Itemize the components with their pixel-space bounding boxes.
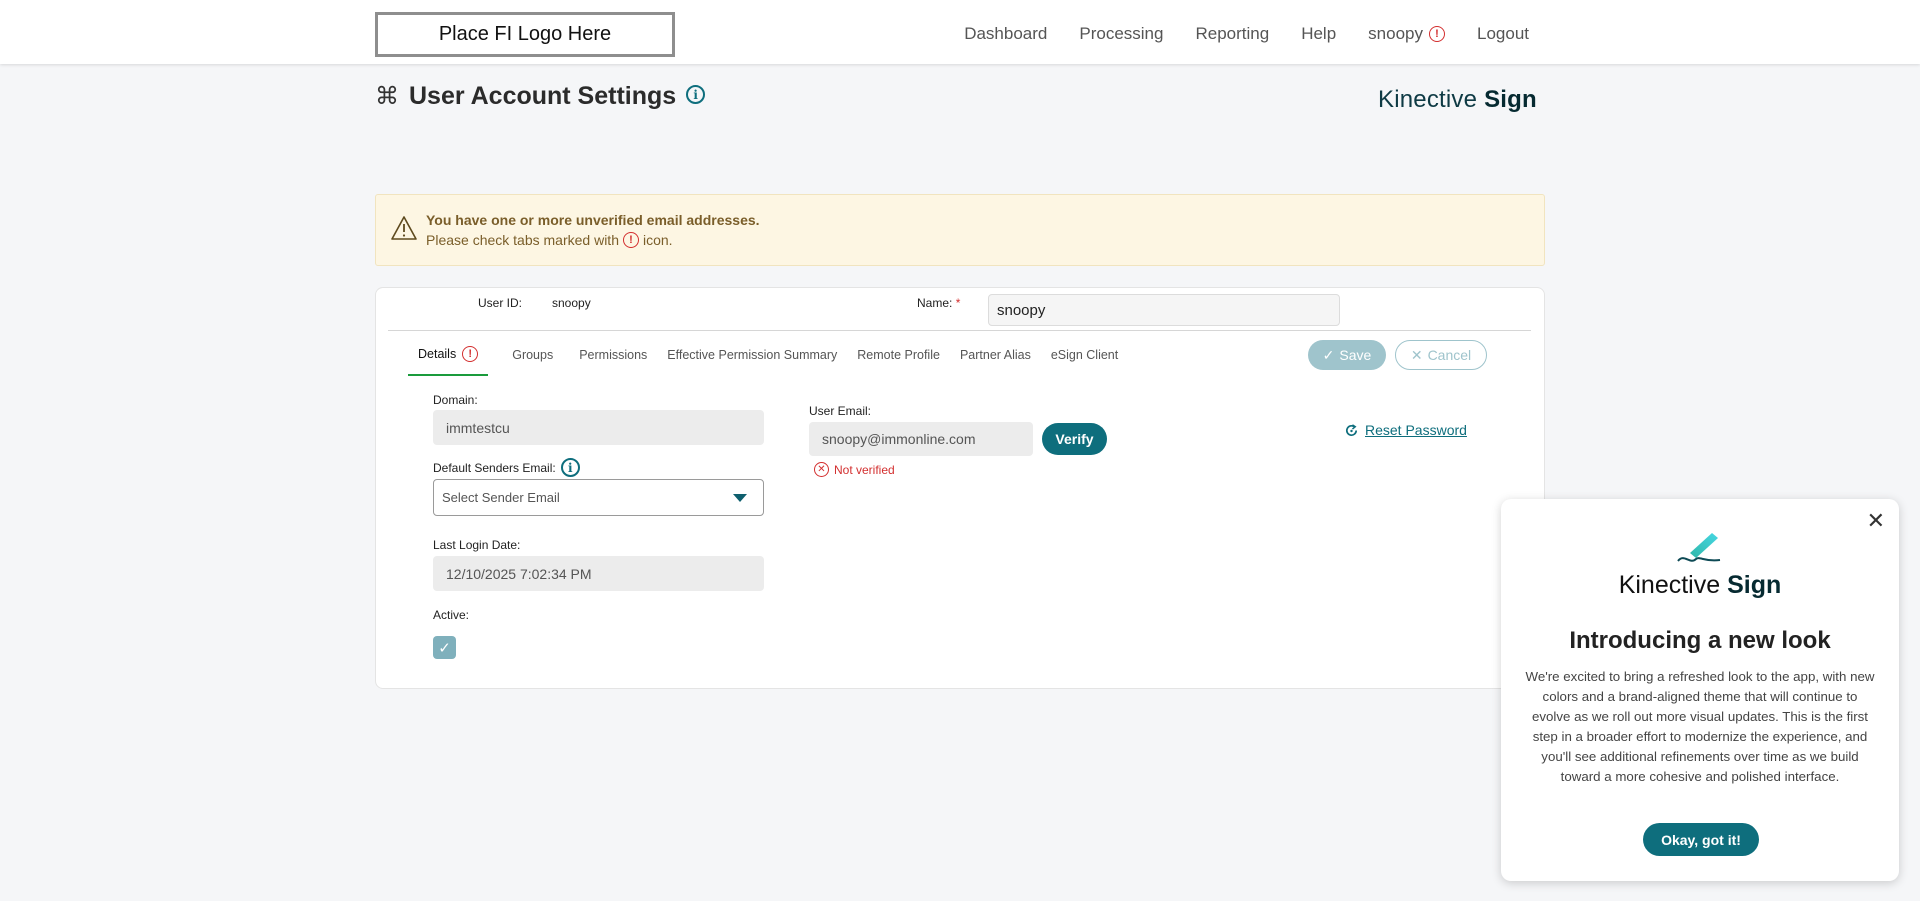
alert-text-after: icon. [642, 232, 673, 248]
chevron-down-icon [733, 493, 747, 502]
default-senders-email-label: Default Senders Email: i [433, 458, 580, 477]
check-icon: ✓ [1322, 346, 1335, 363]
tab-details[interactable]: Details ! [408, 340, 489, 376]
popup-brand: Kinective Sign [1501, 571, 1899, 600]
unverified-email-alert: You have one or more unverified email ad… [375, 194, 1545, 266]
sender-email-select[interactable]: Select Sender Email [433, 479, 764, 516]
nav-user-menu[interactable]: snoopy ! [1368, 24, 1445, 44]
tab-partner-alias[interactable]: Partner Alias [950, 340, 1041, 376]
warning-triangle-icon [391, 216, 417, 240]
tab-effective-permission-summary[interactable]: Effective Permission Summary [657, 340, 847, 376]
reset-password-link[interactable]: Reset Password [1344, 422, 1467, 438]
error-x-icon: ✕ [814, 462, 829, 477]
popup-body: We're excited to bring a refreshed look … [1525, 669, 1875, 784]
command-key-icon: ⌘ [375, 83, 399, 110]
brand-bold-text: Sign [1484, 86, 1537, 113]
header-divider [388, 330, 1531, 331]
alert-title: You have one or more unverified email ad… [426, 212, 760, 228]
settings-tabs: Details ! Groups Permissions Effective P… [408, 340, 1128, 376]
page-title-row: ⌘ User Account Settings i [375, 82, 706, 111]
user-settings-card: User ID: snoopy Name: * snoopy Details !… [375, 287, 1545, 689]
fi-logo-placeholder[interactable]: Place FI Logo Here [375, 12, 675, 57]
check-icon: ✓ [438, 639, 451, 657]
last-login-label: Last Login Date: [433, 538, 521, 552]
tab-esign-client[interactable]: eSign Client [1041, 340, 1128, 376]
main-nav: Dashboard Processing Reporting Help snoo… [964, 0, 1529, 68]
close-icon[interactable]: ✕ [1867, 509, 1885, 534]
nav-dashboard[interactable]: Dashboard [964, 24, 1047, 44]
okay-got-it-button[interactable]: Okay, got it! [1643, 823, 1759, 856]
nav-help[interactable]: Help [1301, 24, 1336, 44]
nav-reporting[interactable]: Reporting [1195, 24, 1269, 44]
default-senders-email-label-text: Default Senders Email: [433, 460, 556, 475]
domain-field: immtestcu [433, 410, 764, 445]
nav-logout[interactable]: Logout [1477, 24, 1529, 44]
nav-user-label: snoopy [1368, 24, 1423, 43]
info-icon[interactable]: i [686, 85, 706, 104]
alert-text: Please check tabs marked with ! icon. [426, 232, 673, 248]
info-icon[interactable]: i [560, 458, 580, 477]
last-login-field: 12/10/2025 7:02:34 PM [433, 556, 764, 591]
brand-logo: Kinective Sign [1378, 86, 1537, 114]
save-label: Save [1339, 347, 1372, 363]
user-id-label: User ID: [478, 296, 523, 310]
sign-pen-icon [1677, 533, 1721, 562]
new-look-popup: ✕ Kinective Sign Introducing a new look … [1501, 499, 1899, 881]
active-checkbox[interactable]: ✓ [433, 636, 456, 659]
warning-exclamation-icon: ! [462, 346, 479, 362]
tab-label: Details [418, 347, 457, 361]
nav-processing[interactable]: Processing [1079, 24, 1163, 44]
user-email-label: User Email: [809, 404, 872, 418]
sender-email-select-placeholder: Select Sender Email [442, 490, 560, 505]
name-label-text: Name: [917, 296, 953, 310]
save-button[interactable]: ✓ Save [1308, 340, 1386, 370]
brand-light-text: Kinective [1378, 86, 1478, 113]
not-verified-text: Not verified [834, 462, 895, 477]
user-id-value: snoopy [552, 296, 591, 310]
top-navbar: Place FI Logo Here Dashboard Processing … [0, 0, 1920, 64]
warning-exclamation-icon: ! [622, 232, 639, 248]
tab-groups[interactable]: Groups [502, 340, 563, 376]
warning-exclamation-icon: ! [1429, 26, 1445, 42]
required-asterisk: * [955, 296, 961, 310]
reset-icon [1345, 423, 1358, 436]
name-input[interactable]: snoopy [988, 294, 1340, 326]
name-label: Name: * [917, 296, 960, 310]
popup-brand-light: Kinective [1618, 571, 1721, 599]
popup-title: Introducing a new look [1569, 627, 1831, 654]
popup-brand-bold: Sign [1727, 571, 1782, 599]
email-status: ✕ Not verified [814, 462, 895, 477]
cancel-label: Cancel [1427, 347, 1472, 363]
tab-permissions[interactable]: Permissions [569, 340, 657, 376]
user-email-field[interactable]: snoopy@immonline.com [809, 422, 1033, 456]
verify-button[interactable]: Verify [1042, 423, 1107, 455]
close-icon: ✕ [1410, 346, 1423, 363]
active-label: Active: [433, 608, 470, 622]
domain-label: Domain: [433, 393, 478, 407]
alert-text-before: Please check tabs marked with [426, 232, 619, 248]
tab-remote-profile[interactable]: Remote Profile [847, 340, 950, 376]
reset-password-label: Reset Password [1365, 422, 1467, 438]
cancel-button[interactable]: ✕ Cancel [1395, 340, 1487, 370]
page-title: User Account Settings [409, 82, 677, 110]
